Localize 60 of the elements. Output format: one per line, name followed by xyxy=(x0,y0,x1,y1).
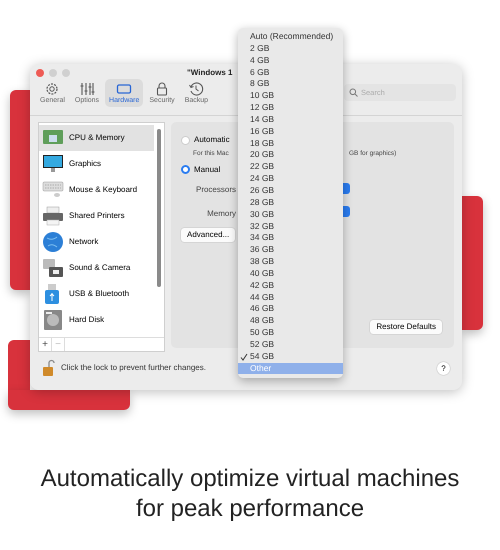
restore-defaults-button[interactable]: Restore Defaults xyxy=(370,320,442,334)
radio-option[interactable]: Manual xyxy=(181,164,220,176)
menu-item[interactable]: 10 GB xyxy=(238,90,343,102)
padlock-icon xyxy=(42,359,55,377)
gear-icon xyxy=(44,81,60,97)
menu-item[interactable]: 6 GB xyxy=(238,66,343,78)
add-button[interactable]: + xyxy=(39,338,52,351)
clock-icon xyxy=(188,81,204,97)
menu-item[interactable]: 52 GB xyxy=(238,338,343,351)
scrollbar-thumb[interactable] xyxy=(157,129,161,287)
checkmark-icon xyxy=(240,352,248,361)
menu-item[interactable]: 40 GB xyxy=(238,268,343,280)
menu-item[interactable]: 28 GB xyxy=(238,196,343,209)
menu-item[interactable]: 24 GB xyxy=(238,173,343,185)
sidebar-item[interactable]: Sound & Camera xyxy=(39,255,154,281)
radio-option[interactable]: Automatic xyxy=(181,134,230,146)
window-title: "Windows 1 xyxy=(187,67,232,79)
advanced-button[interactable]: Advanced... xyxy=(181,228,236,242)
menu-item[interactable]: 48 GB xyxy=(238,315,343,328)
caption-text: Automatically optimize virtual machines xyxy=(40,464,460,494)
menu-item[interactable]: 46 GB xyxy=(238,303,343,316)
close-button[interactable] xyxy=(36,69,44,77)
menu-item[interactable]: 50 GB xyxy=(238,327,343,339)
sliders-icon xyxy=(78,81,95,97)
menu-item[interactable]: 26 GB xyxy=(238,184,343,197)
menu-item[interactable]: 30 GB xyxy=(238,208,343,220)
menu-item[interactable]: 38 GB xyxy=(238,256,343,268)
sidebar-item[interactable]: Hard Disk xyxy=(39,307,154,333)
menu-item[interactable]: 16 GB xyxy=(238,126,343,138)
printer-icon xyxy=(42,205,64,227)
sidebar-item[interactable]: USB & Bluetooth xyxy=(39,281,154,307)
help-button[interactable]: ? xyxy=(437,362,450,374)
field-label: Processors xyxy=(194,184,236,196)
menu-item[interactable]: 18 GB xyxy=(238,138,343,150)
menu-item[interactable]: 14 GB xyxy=(238,114,343,126)
sidebar-item[interactable]: CPU & Memory xyxy=(39,125,154,151)
search-icon xyxy=(349,88,358,97)
field-label: Memory xyxy=(206,208,236,220)
menu-item[interactable]: 54 GB xyxy=(238,350,343,363)
sidebar-item[interactable]: Mouse & Keyboard xyxy=(39,177,154,203)
menu-item[interactable]: 2 GB xyxy=(238,42,343,55)
monitor-icon xyxy=(42,153,64,175)
lock-message: Click the lock to prevent further changes. xyxy=(61,362,206,374)
sidebar-item[interactable]: Network xyxy=(39,229,154,255)
menu-item[interactable]: 42 GB xyxy=(238,280,343,292)
menu-item[interactable]: 44 GB xyxy=(238,292,343,304)
menu-item[interactable]: Auto (Recommended) xyxy=(238,31,343,43)
sidebar-item[interactable]: Shared Printers xyxy=(39,203,154,229)
menu-item[interactable]: 8 GB xyxy=(238,78,343,90)
menu-item[interactable]: 4 GB xyxy=(238,54,343,67)
menu-item[interactable]: 36 GB xyxy=(238,244,343,256)
caption-text: for peak performance xyxy=(134,494,366,524)
menu-item[interactable]: 12 GB xyxy=(238,102,343,114)
globe-icon xyxy=(42,231,64,253)
sidebar-item[interactable]: Graphics xyxy=(39,151,154,177)
speaker-camera-icon xyxy=(42,257,64,279)
menu-item[interactable]: 32 GB xyxy=(238,220,343,232)
menu-item[interactable]: 20 GB xyxy=(238,149,343,162)
menu-item[interactable]: 34 GB xyxy=(238,232,343,244)
menu-item[interactable]: 22 GB xyxy=(238,161,343,174)
